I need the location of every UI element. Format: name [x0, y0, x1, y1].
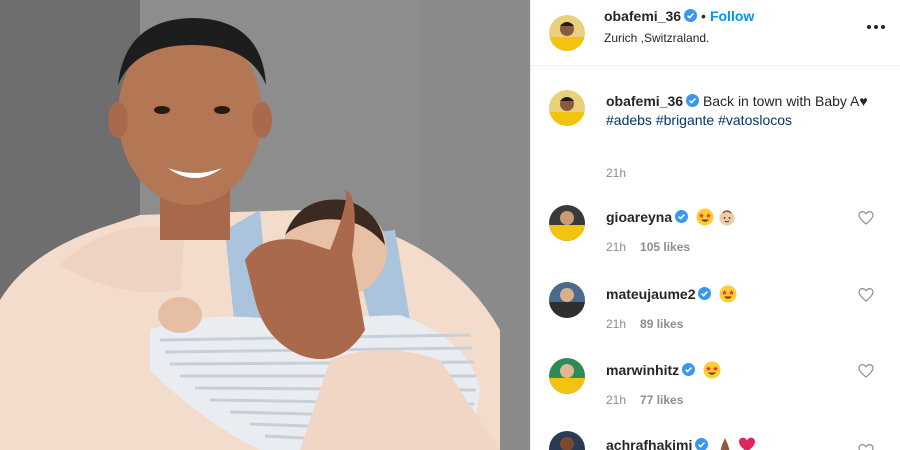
post-header: obafemi_36 • Follow Zurich ,Switzraland.	[531, 0, 900, 66]
commenter-avatar-image	[549, 205, 585, 241]
praying-hands-emoji	[716, 436, 734, 450]
commenter-username[interactable]: gioareyna	[606, 209, 672, 225]
verified-badge-icon	[686, 94, 700, 107]
commenter-avatar-image	[549, 431, 585, 450]
author-avatar-image	[549, 15, 585, 51]
post-location[interactable]: Zurich ,Switzraland.	[604, 31, 709, 45]
comment-timestamp[interactable]: 21h	[606, 317, 626, 331]
caption-avatar-image	[549, 90, 585, 126]
header-name-line: obafemi_36 • Follow	[604, 8, 754, 26]
commenter-username[interactable]: mateujaume2	[606, 286, 695, 302]
comment-timestamp[interactable]: 21h	[606, 240, 626, 254]
comment-item: achrafhakimi	[531, 431, 900, 450]
comment-likes[interactable]: 89 likes	[640, 317, 683, 331]
commenter-avatar-image	[549, 282, 585, 318]
heart-outline-icon[interactable]	[858, 210, 874, 226]
commenter-username[interactable]: marwinhitz	[606, 362, 679, 378]
heart-outline-icon[interactable]	[858, 363, 874, 379]
commenter-avatar[interactable]	[549, 431, 585, 450]
comment-header: mateujaume2	[606, 285, 737, 303]
more-options-icon[interactable]	[865, 16, 887, 38]
comment-likes[interactable]: 77 likes	[640, 393, 683, 407]
red-heart-emoji	[738, 436, 756, 450]
star-struck-emoji	[719, 285, 737, 303]
comment-likes[interactable]: 105 likes	[640, 240, 690, 254]
comment-item: gioareyna 21h 105 likes	[531, 205, 900, 281]
commenter-avatar[interactable]	[549, 282, 585, 318]
star-struck-emoji	[703, 361, 721, 379]
baby-emoji	[718, 208, 736, 226]
hashtag-link[interactable]: #adebs	[606, 112, 652, 128]
comment-meta: 21h 89 likes	[606, 317, 683, 331]
commenter-avatar[interactable]	[549, 358, 585, 394]
author-avatar[interactable]	[549, 15, 585, 51]
follow-button[interactable]: Follow	[710, 8, 754, 24]
comment-item: mateujaume2 21h 89 likes	[531, 282, 900, 358]
post-photo[interactable]	[0, 0, 530, 450]
comment-header: achrafhakimi	[606, 436, 756, 450]
commenter-avatar[interactable]	[549, 205, 585, 241]
heart-outline-icon[interactable]	[858, 443, 874, 450]
comment-meta: 21h 105 likes	[606, 240, 690, 254]
comment-item: marwinhitz 21h 77 likes	[531, 358, 900, 434]
verified-badge-icon	[675, 210, 689, 223]
verified-badge-icon	[695, 438, 709, 450]
post-side-panel: obafemi_36 • Follow Zurich ,Switzraland. o…	[530, 0, 900, 450]
comment-header: marwinhitz	[606, 361, 721, 379]
star-struck-emoji	[696, 208, 714, 226]
author-username[interactable]: obafemi_36	[604, 8, 681, 24]
commenter-avatar-image	[549, 358, 585, 394]
comment-meta: 21h 77 likes	[606, 393, 683, 407]
verified-badge-icon	[698, 287, 712, 300]
separator-dot: •	[701, 8, 706, 24]
caption-author-avatar[interactable]	[549, 90, 585, 126]
commenter-username[interactable]: achrafhakimi	[606, 437, 692, 450]
hashtag-link[interactable]: #brigante	[656, 112, 714, 128]
heart-outline-icon[interactable]	[858, 287, 874, 303]
comment-timestamp[interactable]: 21h	[606, 393, 626, 407]
caption-body: Back in town with Baby A♥	[702, 93, 868, 109]
comment-header: gioareyna	[606, 208, 736, 226]
verified-badge-icon	[684, 9, 698, 22]
caption-timestamp[interactable]: 21h	[606, 166, 626, 180]
photo-illustration	[0, 0, 530, 450]
caption-username[interactable]: obafemi_36	[606, 93, 683, 109]
hashtag-link[interactable]: #vatoslocos	[718, 112, 792, 128]
verified-badge-icon	[682, 363, 696, 376]
caption-text-block: obafemi_36 Back in town with Baby A♥ #ad…	[606, 92, 886, 130]
